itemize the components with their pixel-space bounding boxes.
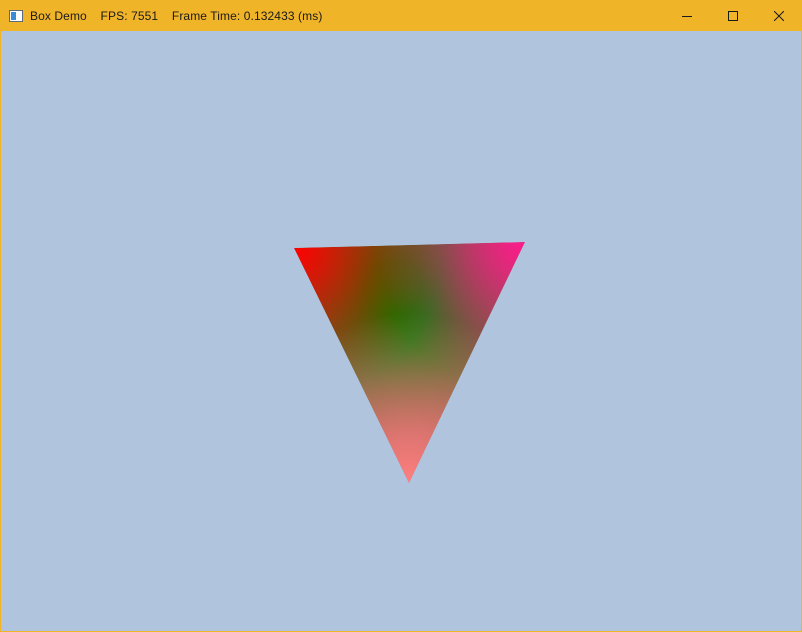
- maximize-button[interactable]: [710, 0, 756, 31]
- close-icon: [774, 10, 784, 21]
- window-title: Box Demo FPS: 7551 Frame Time: 0.132433 …: [30, 8, 323, 23]
- render-canvas: [294, 242, 525, 483]
- window-controls: [664, 0, 802, 31]
- app-window-icon[interactable]: [8, 8, 24, 24]
- render-viewport[interactable]: [1, 31, 801, 631]
- title-bar[interactable]: Box Demo FPS: 7551 Frame Time: 0.132433 …: [0, 0, 802, 31]
- minimize-icon: [682, 15, 692, 17]
- app-window: Box Demo FPS: 7551 Frame Time: 0.132433 …: [0, 0, 802, 632]
- close-button[interactable]: [756, 0, 802, 31]
- colored-triangle: [294, 242, 525, 483]
- maximize-icon: [728, 10, 738, 21]
- minimize-button[interactable]: [664, 0, 710, 31]
